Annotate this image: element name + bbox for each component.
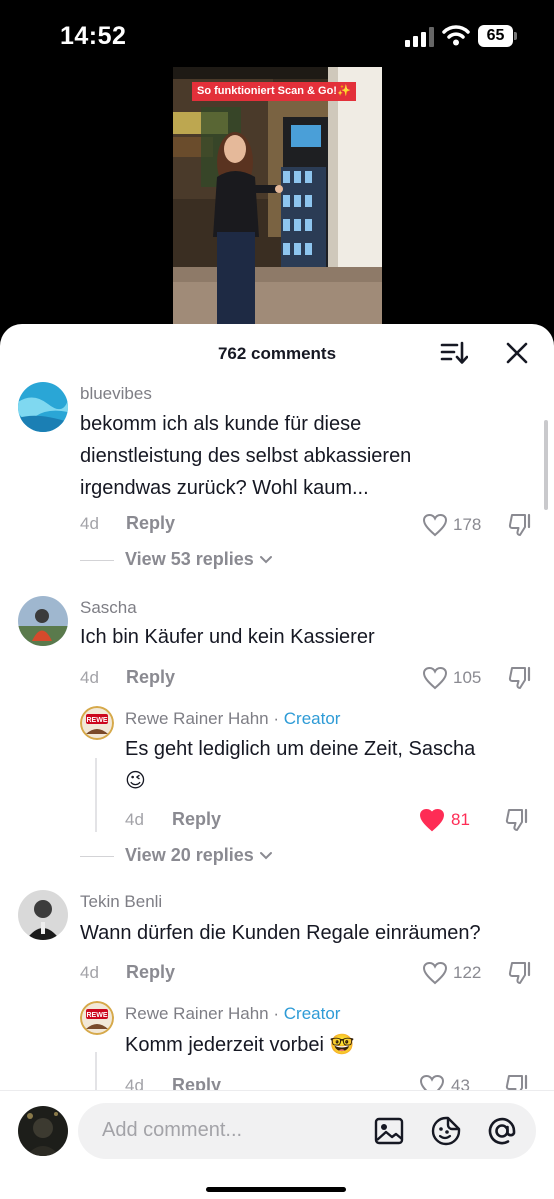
comments-count: 762 comments	[217, 344, 337, 363]
comment-line: Komm jederzeit vorbei 🤓	[125, 1034, 355, 1056]
heart-icon[interactable]	[422, 961, 448, 985]
comment-line: Wann dürfen die Kunden Regale einräumen?	[80, 922, 481, 944]
home-indicator	[206, 1187, 346, 1192]
comment-age: 4d	[80, 963, 99, 982]
comment-line: Ich bin Käufer und kein Kassierer	[80, 626, 375, 648]
reply-username[interactable]: Rewe Rainer Hahn · Creator	[125, 1004, 340, 1024]
avatar[interactable]	[18, 382, 68, 432]
comment-line: irgendwas zurück? Wohl kaum...	[80, 477, 369, 499]
heart-icon[interactable]	[419, 808, 445, 832]
chevron-down-icon	[259, 852, 272, 860]
view-replies-button[interactable]: View 53 replies	[125, 549, 273, 570]
comment-age: 4d	[125, 810, 144, 829]
svg-text:REWE: REWE	[87, 717, 108, 724]
comments-header: 762 comments	[0, 324, 554, 382]
mention-icon[interactable]	[487, 1116, 517, 1146]
status-bar: 14:52 65	[0, 0, 554, 70]
comment-line: dienstleistung des selbst abkassieren	[80, 445, 412, 467]
heart-icon[interactable]	[422, 666, 448, 690]
video-banner: So funktioniert Scan & Go!✨	[192, 82, 356, 101]
comment-text: Wann dürfen die Kunden Regale einräumen?	[80, 917, 481, 949]
image-icon[interactable]	[374, 1116, 404, 1146]
sort-icon[interactable]	[440, 340, 468, 366]
comments-sheet: 762 comments bluevibes bekomm ich als ku…	[0, 324, 554, 1199]
like-count: 81	[451, 810, 470, 829]
comment-line: 😉	[125, 770, 146, 792]
like-count: 122	[453, 963, 482, 982]
comment-username[interactable]: bluevibes	[80, 384, 152, 404]
comment-text: bekomm ich als kunde für diese dienstlei…	[80, 408, 411, 504]
comment-age: 4d	[80, 514, 99, 533]
dislike-icon[interactable]	[507, 665, 533, 691]
comment-age: 4d	[80, 668, 99, 687]
creator-avatar[interactable]: REWE	[80, 1001, 114, 1035]
comment-text: Ich bin Käufer und kein Kassierer	[80, 621, 375, 653]
creator-badge: Creator	[283, 709, 341, 728]
heart-icon[interactable]	[422, 513, 448, 537]
signal-icon	[405, 27, 434, 47]
dislike-icon[interactable]	[504, 807, 530, 833]
like-count: 178	[453, 515, 482, 534]
comment-input-placeholder: Add comment...	[102, 1119, 243, 1141]
comment-username[interactable]: Sascha	[80, 598, 137, 618]
comment-line: Es geht lediglich um deine Zeit, Sascha	[125, 738, 476, 760]
comment-username[interactable]: Tekin Benli	[80, 892, 162, 912]
comment-input-bar: Add comment...	[0, 1090, 554, 1199]
battery-level: 65	[478, 25, 513, 47]
close-icon[interactable]	[505, 341, 529, 365]
comment-input[interactable]: Add comment...	[78, 1103, 536, 1159]
dislike-icon[interactable]	[507, 512, 533, 538]
reply-button[interactable]: Reply	[126, 667, 175, 688]
wifi-icon	[442, 25, 470, 46]
reply-button[interactable]: Reply	[126, 962, 175, 983]
chevron-down-icon	[259, 556, 272, 564]
reply-username[interactable]: Rewe Rainer Hahn · Creator	[125, 709, 340, 729]
avatar[interactable]	[18, 890, 68, 940]
battery-icon: 65	[478, 25, 518, 47]
reply-button[interactable]: Reply	[172, 809, 221, 830]
dislike-icon[interactable]	[507, 960, 533, 986]
comment-line: bekomm ich als kunde für diese	[80, 413, 362, 435]
reply-button[interactable]: Reply	[126, 513, 175, 534]
video-thumbnail[interactable]: So funktioniert Scan & Go!✨	[173, 67, 382, 327]
view-replies-button[interactable]: View 20 replies	[125, 845, 273, 866]
reply-text: Es geht lediglich um deine Zeit, Sascha …	[125, 733, 475, 797]
video-scene	[173, 67, 382, 327]
my-avatar[interactable]	[18, 1106, 68, 1156]
svg-text:REWE: REWE	[87, 1012, 108, 1019]
creator-avatar[interactable]: REWE	[80, 706, 114, 740]
sticker-icon[interactable]	[431, 1116, 461, 1146]
like-count: 105	[453, 668, 482, 687]
reply-text: Komm jederzeit vorbei 🤓	[125, 1029, 354, 1061]
scrollbar[interactable]	[544, 420, 548, 510]
creator-badge: Creator	[283, 1004, 341, 1023]
avatar[interactable]	[18, 596, 68, 646]
status-time: 14:52	[60, 22, 127, 50]
